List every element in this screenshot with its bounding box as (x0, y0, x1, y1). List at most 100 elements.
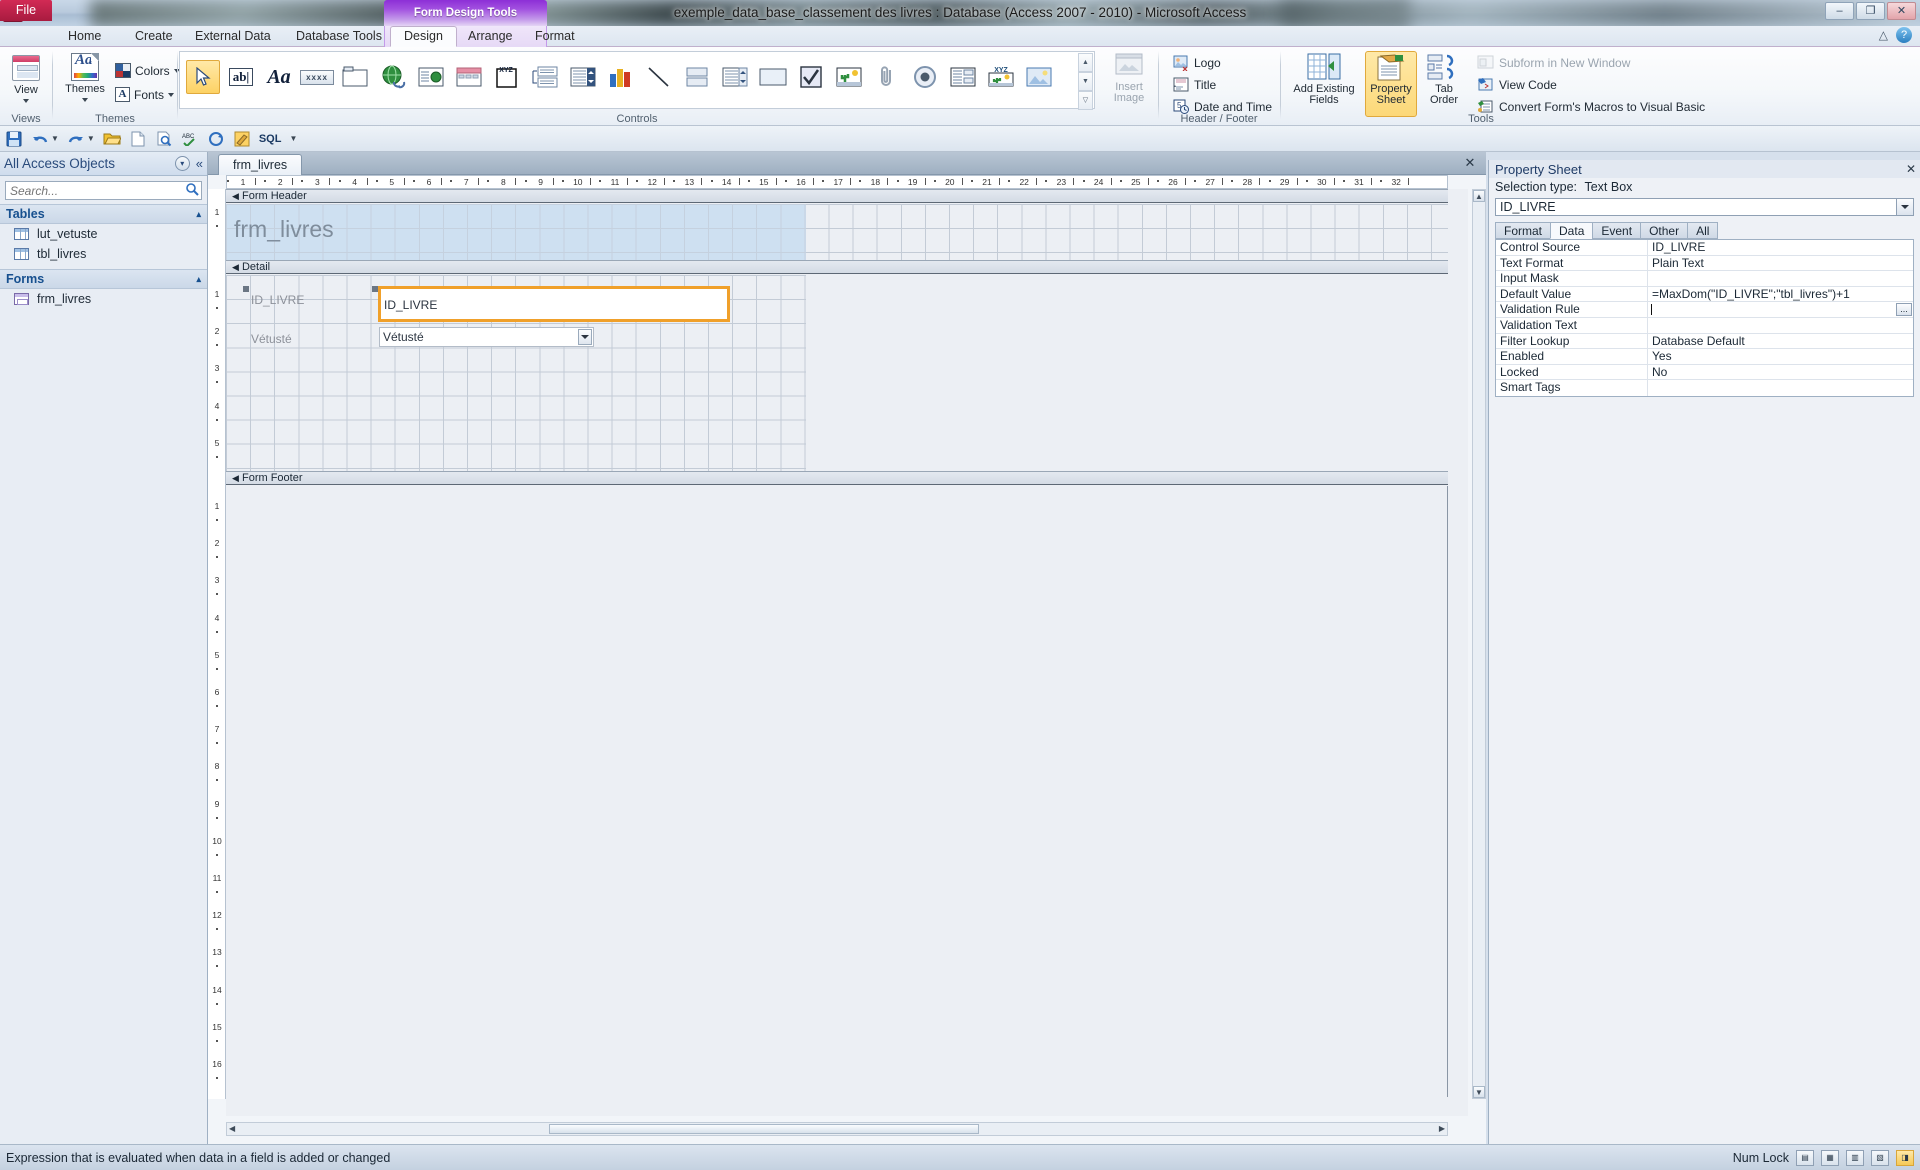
image-tool[interactable] (1022, 60, 1056, 94)
section-body-form-header[interactable]: frm_livres (226, 204, 1448, 260)
rectangle-tool[interactable] (756, 60, 790, 94)
search-icon[interactable] (185, 182, 201, 199)
property-value-default-value[interactable]: =MaxDom("ID_LIVRE";"tbl_livres")+1 (1648, 287, 1913, 302)
datasheet-view-button[interactable]: ▥ (1846, 1149, 1864, 1166)
property-row-default-value[interactable]: Default Value =MaxDom("ID_LIVRE";"tbl_li… (1496, 286, 1913, 303)
tab-format[interactable]: Format (1495, 222, 1551, 239)
logo-button[interactable]: Logo (1173, 55, 1221, 71)
option-button-tool[interactable] (908, 60, 942, 94)
theme-fonts-button[interactable]: A Fonts (115, 87, 175, 102)
section-bar-detail[interactable]: ◀ Detail (226, 260, 1448, 274)
navigation-control-tool[interactable] (452, 60, 486, 94)
page-break-tool[interactable]: XYZ (490, 60, 524, 94)
themes-button[interactable]: Aa Themes (61, 53, 109, 102)
combo-box-tool[interactable] (566, 60, 600, 94)
property-value-validation-rule[interactable]: ... (1648, 302, 1913, 317)
bound-object-frame-tool[interactable]: XYZ (984, 60, 1018, 94)
list-box-tool[interactable] (718, 60, 752, 94)
control-combobox-vetuste[interactable]: Vétusté (379, 327, 594, 347)
property-row-control-source[interactable]: Control Source ID_LIVRE (1496, 240, 1913, 256)
navigation-pane-collapse-icon[interactable]: « (196, 156, 203, 171)
navigation-pane-header[interactable]: All Access Objects ▾ « (0, 152, 207, 176)
property-value-validation-text[interactable] (1648, 318, 1913, 333)
tab-all[interactable]: All (1687, 222, 1719, 239)
text-box-tool[interactable]: ab| (224, 60, 258, 94)
label-move-handle-id-livre[interactable] (243, 286, 249, 292)
maximize-button[interactable]: ❐ (1856, 2, 1885, 20)
sql-view-icon[interactable]: SQL (259, 133, 282, 145)
property-value-smart-tags[interactable] (1648, 380, 1913, 396)
control-textbox-id-livre[interactable]: ID_LIVRE (378, 286, 730, 322)
design-view-button[interactable]: ◨ (1896, 1149, 1914, 1166)
scroll-right-icon[interactable]: ▶ (1439, 1124, 1445, 1133)
nav-item-tbl-livres[interactable]: tbl_livres (0, 244, 207, 264)
chevron-down-icon[interactable] (1896, 199, 1913, 215)
select-tool[interactable] (186, 60, 220, 94)
ribbon-minimize-icon[interactable]: △ (1879, 28, 1888, 42)
subform-subreport-tool[interactable] (946, 60, 980, 94)
form-view-button[interactable]: ▤ (1796, 1149, 1814, 1166)
tab-home[interactable]: Home (55, 26, 114, 47)
scroll-up-icon[interactable]: ▲ (1473, 190, 1485, 202)
button-tool[interactable]: xxxx (300, 60, 334, 94)
redo-icon[interactable] (67, 130, 85, 148)
horizontal-scrollbar-thumb[interactable] (549, 1124, 979, 1134)
property-value-locked[interactable]: No (1648, 365, 1913, 380)
open-icon[interactable] (103, 130, 121, 148)
view-code-button[interactable]: View Code (1477, 77, 1557, 92)
tab-database-tools[interactable]: Database Tools (283, 26, 395, 47)
tab-external-data[interactable]: External Data (182, 26, 284, 47)
title-button[interactable]: Title (1173, 77, 1216, 93)
build-button[interactable]: ... (1896, 303, 1912, 317)
property-value-filter-lookup[interactable]: Database Default (1648, 334, 1913, 349)
tab-file[interactable]: File (0, 0, 52, 21)
controls-gallery[interactable]: ab| Aa xxxx XYZ XYZ ▲ ▼ ▽ (179, 51, 1095, 110)
navigation-search-box[interactable] (5, 181, 202, 200)
add-existing-fields-button[interactable]: Add Existing Fields (1286, 53, 1362, 106)
property-value-input-mask[interactable] (1648, 271, 1913, 286)
toggle-button-tool[interactable] (680, 60, 714, 94)
theme-colors-button[interactable]: Colors (115, 63, 180, 78)
property-sheet-close-icon[interactable]: ✕ (1906, 162, 1916, 176)
chevron-down-icon[interactable] (578, 329, 592, 345)
tab-event[interactable]: Event (1592, 222, 1641, 239)
nav-group-tables[interactable]: Tables ▴ (0, 204, 207, 224)
navigation-pane-dropdown-icon[interactable]: ▾ (174, 156, 190, 171)
controls-gallery-scrollbar[interactable]: ▲ ▼ ▽ (1078, 53, 1093, 110)
spelling-icon[interactable]: ABC (181, 130, 199, 148)
tab-design[interactable]: Design (390, 26, 457, 47)
print-preview-icon[interactable] (155, 130, 173, 148)
property-row-input-mask[interactable]: Input Mask (1496, 271, 1913, 287)
document-tab-close-icon[interactable]: ✕ (1462, 155, 1478, 171)
tab-control-tool[interactable] (338, 60, 372, 94)
insert-image-button[interactable]: Insert Image (1102, 53, 1156, 104)
theme-fonts-caret-icon[interactable] (168, 92, 175, 97)
section-body-form-footer[interactable] (226, 486, 1448, 1097)
attachment-tool[interactable] (870, 60, 904, 94)
view-dropdown-caret-icon[interactable] (23, 99, 29, 103)
property-value-text-format[interactable]: Plain Text (1648, 256, 1913, 271)
unbound-object-frame-tool[interactable] (832, 60, 866, 94)
scroll-left-icon[interactable]: ◀ (229, 1124, 235, 1133)
tab-format[interactable]: Format (522, 26, 588, 47)
redo-caret-icon[interactable]: ▼ (87, 134, 95, 143)
nav-item-lut-vetuste[interactable]: lut_vetuste (0, 224, 207, 244)
new-icon[interactable] (129, 130, 147, 148)
refresh-icon[interactable] (207, 130, 225, 148)
minimize-button[interactable]: – (1825, 2, 1854, 20)
nav-item-frm-livres[interactable]: frm_livres (0, 289, 207, 309)
form-header-title-label[interactable]: frm_livres (234, 216, 334, 243)
document-tab-frm-livres[interactable]: frm_livres (218, 154, 303, 175)
option-group-tool[interactable] (528, 60, 562, 94)
form-design-canvas[interactable]: ◀ Form Header frm_livres ◀ Detail ID_LIV… (226, 189, 1468, 1116)
tab-create[interactable]: Create (122, 26, 186, 47)
undo-icon[interactable] (31, 130, 49, 148)
design-view-icon[interactable] (233, 130, 251, 148)
pivot-view-button[interactable]: ▧ (1871, 1149, 1889, 1166)
property-row-validation-rule[interactable]: Validation Rule ... (1496, 302, 1913, 318)
gallery-scroll-down-icon[interactable]: ▼ (1078, 72, 1093, 91)
check-box-tool[interactable] (794, 60, 828, 94)
canvas-horizontal-scrollbar[interactable]: ◀ ▶ (226, 1122, 1448, 1136)
line-tool[interactable] (642, 60, 676, 94)
gallery-more-icon[interactable]: ▽ (1078, 91, 1093, 110)
